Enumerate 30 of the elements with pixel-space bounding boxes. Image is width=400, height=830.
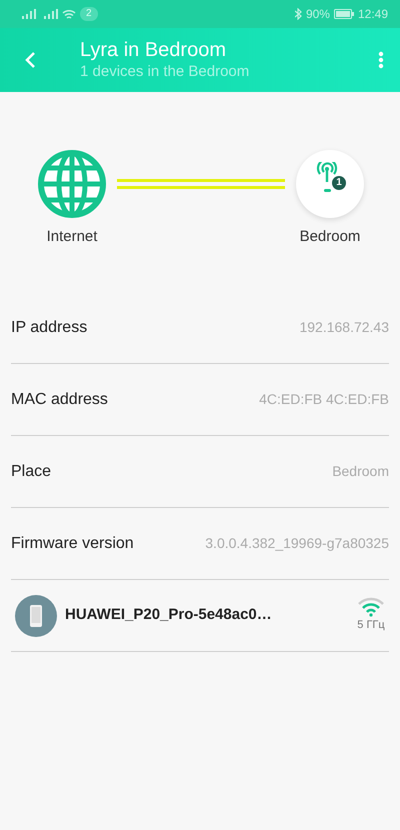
detail-value: Bedroom [332, 462, 389, 481]
detail-value: 192.168.72.43 [299, 318, 389, 337]
detail-label: MAC address [11, 390, 108, 410]
battery-percent: 90% [306, 6, 330, 23]
more-icon[interactable] [378, 51, 384, 69]
wifi-signal-icon [357, 597, 385, 618]
device-count-badge: 1 [332, 176, 346, 190]
phone-avatar-icon [15, 594, 57, 636]
detail-label: Place [11, 462, 52, 482]
router-node[interactable]: 1 [296, 150, 364, 218]
battery-icon [334, 9, 354, 19]
node-label: Internet [46, 227, 98, 247]
node-label: Bedroom [300, 227, 360, 247]
notification-badge: 2 [80, 7, 98, 21]
signal-icon [44, 9, 58, 19]
page-subtitle: 1 devices in the Bedroom [80, 62, 250, 82]
back-icon[interactable] [24, 51, 36, 69]
detail-value: 4C:ED:FB 4C:ED:FB [259, 390, 389, 409]
wifi-icon [62, 8, 76, 20]
device-row[interactable]: HUAWEI_P20_Pro-5e48ac0… 5 ГГц [11, 580, 389, 652]
clock: 12:49 [358, 6, 388, 23]
globe-icon [38, 150, 106, 218]
page-title: Lyra in Bedroom [80, 38, 227, 62]
detail-label: Firmware version [11, 534, 134, 554]
detail-value: 3.0.0.4.382_19969-g7a80325 [205, 534, 389, 553]
signal-icon [22, 9, 36, 19]
device-name: HUAWEI_P20_Pro-5e48ac0… [65, 605, 272, 626]
band-label: 5 ГГц [357, 618, 385, 634]
detail-label: IP address [11, 318, 88, 338]
bluetooth-icon [294, 8, 302, 20]
